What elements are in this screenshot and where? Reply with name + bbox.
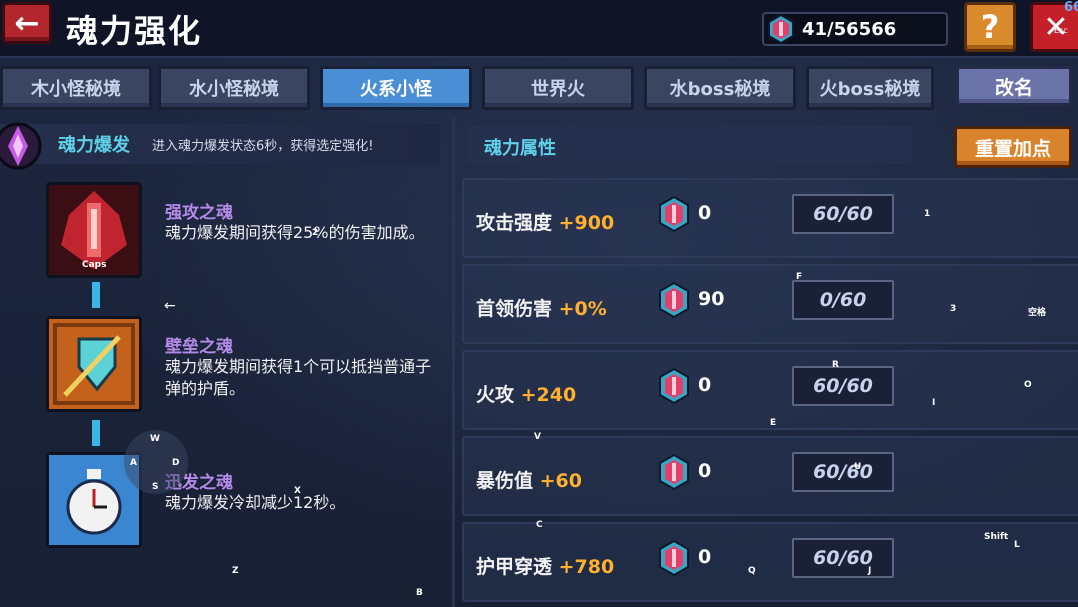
- attribute-cost: 0: [698, 374, 712, 396]
- key-hint: Q: [748, 566, 756, 576]
- attribute-name: 攻击强度: [476, 212, 553, 234]
- soul-gem-icon: [659, 196, 689, 232]
- attribute-row[interactable]: 攻击强度 +900 0 60/60: [462, 178, 1078, 258]
- attribute-name: 暴伤值: [476, 470, 534, 492]
- soul-gem-icon: [768, 14, 794, 44]
- attribute-name: 火攻: [476, 384, 515, 406]
- key-hint: L: [1014, 540, 1020, 550]
- key-hint: 1: [924, 209, 931, 219]
- corner-counter: 66: [1064, 0, 1078, 15]
- back-arrow-icon: ←: [14, 5, 40, 41]
- key-hint: C: [536, 520, 543, 530]
- attribute-bonus: +780: [558, 556, 615, 578]
- key-hint: U: [854, 462, 862, 472]
- tab-bar: 木小怪秘境 水小怪秘境 火系小怪 世界火 水boss秘境 火boss秘境: [0, 66, 940, 112]
- soul-burst-description: 进入魂力爆发状态6秒，获得选定强化!: [152, 139, 374, 154]
- attribute-bonus: +0%: [558, 298, 607, 320]
- back-button[interactable]: ←: [2, 2, 52, 44]
- key-hint: 3: [950, 304, 957, 314]
- esc-key-hint: Esc: [1054, 26, 1068, 35]
- left-arrow-icon: ←: [164, 298, 176, 314]
- shield-soul-icon: [49, 319, 139, 409]
- attribute-row[interactable]: 首领伤害 +0% 90 0/60: [462, 264, 1078, 344]
- soul-gem-icon: [659, 540, 689, 576]
- attribute-progress[interactable]: 60/60: [792, 538, 894, 578]
- attribute-label: 暴伤值 +60: [476, 466, 582, 493]
- soul-description: 魂力爆发冷却减少12秒。: [165, 493, 346, 512]
- key-hint: O: [1024, 380, 1032, 390]
- tab-wood-minion[interactable]: 木小怪秘境: [0, 66, 152, 110]
- key-hint: R: [832, 360, 839, 370]
- key-hint: X: [294, 486, 301, 496]
- attribute-bonus: +240: [520, 384, 577, 406]
- attribute-row[interactable]: 暴伤值 +60 0 60/60: [462, 436, 1078, 516]
- soul-name: 强攻之魂: [165, 203, 233, 223]
- attribute-label: 首领伤害 +0%: [476, 294, 607, 321]
- attribute-cost: 0: [698, 546, 712, 568]
- attribute-bonus: +60: [539, 470, 583, 492]
- key-hint: D: [172, 458, 180, 468]
- key-hint: B: [416, 588, 423, 598]
- tab-fire-boss[interactable]: 火boss秘境: [806, 66, 934, 110]
- attribute-bonus: +900: [558, 212, 615, 234]
- key-hint: 空格: [1028, 308, 1047, 318]
- soul-description: 魂力爆发期间获得1个可以抵挡普通子弹的护盾。: [165, 357, 432, 398]
- attribute-progress[interactable]: 60/60: [792, 366, 894, 406]
- attribute-cost: 0: [698, 202, 712, 224]
- help-button[interactable]: ?: [964, 2, 1016, 52]
- key-hint: S: [152, 482, 159, 492]
- key-hint: J: [868, 566, 872, 576]
- reset-points-button[interactable]: 重置加点: [954, 126, 1072, 168]
- key-hint: Z: [232, 566, 239, 576]
- panel-divider: [452, 118, 455, 607]
- key-hint: I: [932, 398, 936, 408]
- soul-gem-icon: [659, 368, 689, 404]
- attribute-label: 火攻 +240: [476, 380, 576, 407]
- attribute-progress[interactable]: 60/60: [792, 452, 894, 492]
- attribute-name: 护甲穿透: [476, 556, 553, 578]
- tab-world-fire[interactable]: 世界火: [482, 66, 634, 110]
- attribute-label: 护甲穿透 +780: [476, 552, 614, 579]
- page-title: 魂力强化: [66, 12, 203, 50]
- key-hint: A: [130, 458, 137, 468]
- key-hint: E: [770, 418, 777, 428]
- key-hint: Caps: [82, 260, 107, 270]
- attribute-cost: 0: [698, 460, 712, 482]
- soul-connector: [92, 282, 100, 308]
- currency-value: 41/56566: [802, 19, 897, 40]
- key-hint: F: [796, 272, 803, 282]
- tab-fire-minion[interactable]: 火系小怪: [320, 66, 472, 110]
- soul-name: 壁垒之魂: [165, 337, 233, 357]
- attribute-label: 攻击强度 +900: [476, 208, 614, 235]
- soul-currency-display: 41/56566: [762, 12, 948, 46]
- attribute-progress[interactable]: 60/60: [792, 194, 894, 234]
- soul-attributes-title: 魂力属性: [484, 138, 556, 159]
- soul-gem-icon: [659, 454, 689, 490]
- key-hint: Shift: [984, 532, 1009, 542]
- tab-water-minion[interactable]: 水小怪秘境: [158, 66, 310, 110]
- attribute-name: 首领伤害: [476, 298, 553, 320]
- key-hint: 2: [312, 228, 319, 238]
- key-hint: W: [150, 434, 160, 444]
- key-hint: V: [534, 432, 541, 442]
- soul-gem-icon: [659, 282, 689, 318]
- shield-soul-card[interactable]: [46, 316, 142, 412]
- soul-description: 魂力爆发期间获得25%的伤害加成。: [165, 223, 425, 242]
- rename-button[interactable]: 改名: [956, 66, 1072, 106]
- attribute-progress[interactable]: 0/60: [792, 280, 894, 320]
- tab-water-boss[interactable]: 水boss秘境: [644, 66, 796, 110]
- soul-burst-title: 魂力爆发: [58, 135, 130, 156]
- attribute-cost: 90: [698, 288, 725, 310]
- soul-burst-icon: [0, 122, 42, 170]
- soul-connector: [92, 420, 100, 446]
